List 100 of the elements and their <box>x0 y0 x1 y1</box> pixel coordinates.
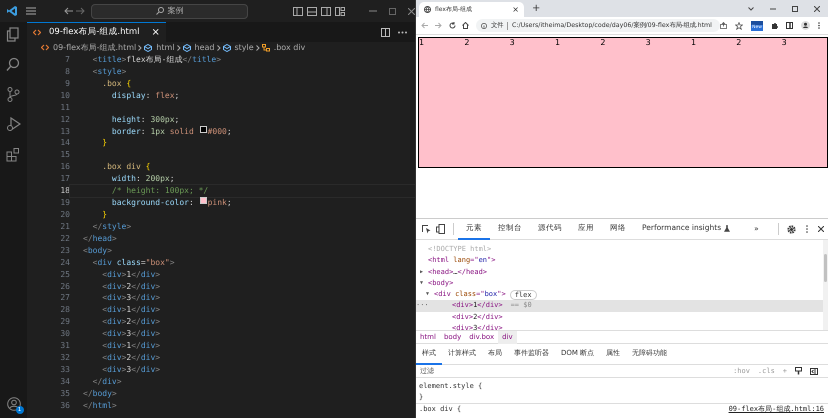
code-text: <title>flex布局-组成</title> <box>92 54 222 66</box>
forward-arrow-icon[interactable] <box>76 7 85 15</box>
editor-tab[interactable]: 09-flex布局-组成.html × <box>27 22 166 42</box>
line-number: 25 <box>59 268 70 281</box>
toggle-panel-icon[interactable] <box>307 6 317 16</box>
line-number: 11 <box>59 102 70 114</box>
line-number: 12 <box>59 114 70 126</box>
inspect-element-icon[interactable] <box>422 224 431 234</box>
line-number: 33 <box>59 364 70 376</box>
scrollbar[interactable] <box>823 240 828 330</box>
maximize-icon[interactable] <box>792 6 798 12</box>
settings-icon[interactable] <box>787 224 796 234</box>
code-text: /* height: 100px; */ <box>110 185 208 198</box>
device-toolbar-icon[interactable] <box>436 224 445 234</box>
code-text: </head> <box>83 232 117 245</box>
breadcrumb-item[interactable]: head <box>194 42 214 54</box>
line-number: 21 <box>59 220 70 233</box>
line-number: 24 <box>59 256 70 269</box>
flex-item: 1 <box>419 38 426 49</box>
code-text: <div class="box"> <box>92 256 175 269</box>
breadcrumb-item[interactable]: .box div <box>274 42 306 54</box>
line-number: 9 <box>64 78 70 90</box>
code-text: background-color: <box>110 197 195 209</box>
flask-icon <box>724 224 730 232</box>
code-text: <div>2</div> <box>101 280 160 292</box>
line-number: 23 <box>59 244 70 257</box>
search-icon[interactable] <box>6 57 21 72</box>
layout-icon[interactable] <box>335 6 345 16</box>
code-text: <div>3</div> <box>101 292 160 304</box>
sidebar-toggle-icon[interactable] <box>810 368 818 374</box>
search-icon <box>156 7 164 15</box>
line-number: 14 <box>59 137 70 150</box>
source-control-icon[interactable] <box>6 87 21 102</box>
color-swatch-icon[interactable] <box>200 126 207 133</box>
close-tab-button[interactable]: × <box>151 25 160 40</box>
flex-item: 3 <box>782 38 788 49</box>
split-editor-icon[interactable] <box>381 28 390 36</box>
code-text: height: 300px; <box>110 114 180 126</box>
line-number: 13 <box>59 126 70 138</box>
line-number: 7 <box>64 54 70 66</box>
code-text: <div>1</div> <box>101 304 160 316</box>
reload-icon[interactable] <box>449 22 456 29</box>
line-number: 32 <box>59 352 70 364</box>
info-icon <box>481 22 487 28</box>
line-number: 20 <box>59 208 70 221</box>
menu-icon[interactable] <box>26 7 36 15</box>
line-number: 36 <box>59 400 70 412</box>
account-icon[interactable] <box>6 397 20 412</box>
chevron-down-icon[interactable] <box>748 6 754 10</box>
flex-item: 2 <box>600 38 606 49</box>
code-text: width: 200px; <box>110 173 175 186</box>
breadcrumb-item[interactable]: style <box>234 42 254 54</box>
puzzle-icon[interactable] <box>771 22 778 29</box>
back-arrow-icon[interactable] <box>64 7 73 15</box>
code-text: <div>3</div> <box>101 364 160 376</box>
color-swatch-icon[interactable] <box>200 197 207 204</box>
selector-icon <box>262 44 270 52</box>
flex-item: 3 <box>510 38 516 49</box>
line-number: 31 <box>59 340 70 352</box>
close-tab-button[interactable]: × <box>512 4 519 16</box>
flex-item: 2 <box>736 38 742 49</box>
explorer-icon[interactable] <box>6 27 21 42</box>
code-text: pink; <box>208 197 232 209</box>
side-panel-icon[interactable] <box>786 22 793 29</box>
run-debug-icon[interactable] <box>6 117 21 132</box>
toggle-sidebar-icon[interactable] <box>293 6 303 16</box>
code-text: <div>1</div> <box>101 340 160 352</box>
code-text: .box div { <box>101 161 150 174</box>
extensions-icon[interactable] <box>6 147 21 162</box>
toggle-secondary-sidebar-icon[interactable] <box>321 6 331 16</box>
close-icon[interactable] <box>818 226 824 232</box>
code-text: border: 1px solid <box>110 126 195 138</box>
flex-item: 3 <box>646 38 652 49</box>
line-number: 35 <box>59 388 70 400</box>
vscode-logo-icon[interactable] <box>6 5 18 17</box>
profile-icon[interactable] <box>801 21 810 30</box>
code-text: <div>2</div> <box>101 352 160 364</box>
code-text: } <box>101 137 108 150</box>
chevron-right-icon <box>256 45 260 51</box>
flex-item: 2 <box>464 38 470 49</box>
element-icon <box>144 44 152 52</box>
more-actions-icon[interactable] <box>398 30 407 34</box>
search-field[interactable]: 案例 <box>91 4 248 18</box>
globe-icon <box>424 6 431 13</box>
new-tab-button[interactable]: + <box>532 1 540 16</box>
share-icon[interactable] <box>720 22 728 29</box>
breadcrumb-item[interactable]: 09-flex布局-组成.html <box>53 42 136 54</box>
home-icon[interactable] <box>462 22 469 29</box>
breadcrumb-item[interactable]: html <box>156 42 175 54</box>
flex-item: 1 <box>554 38 562 49</box>
code-text: </body> <box>83 388 117 400</box>
html-file-icon <box>41 44 49 52</box>
paint-icon[interactable] <box>795 367 802 375</box>
chevron-right-icon <box>176 45 181 51</box>
bookmark-star-icon[interactable] <box>735 22 744 30</box>
close-icon[interactable] <box>814 6 820 12</box>
code-text: } <box>101 208 108 221</box>
code-text: </div> <box>92 376 122 388</box>
code-text: <div>2</div> <box>101 316 160 328</box>
minimize-icon[interactable] <box>770 6 776 12</box>
